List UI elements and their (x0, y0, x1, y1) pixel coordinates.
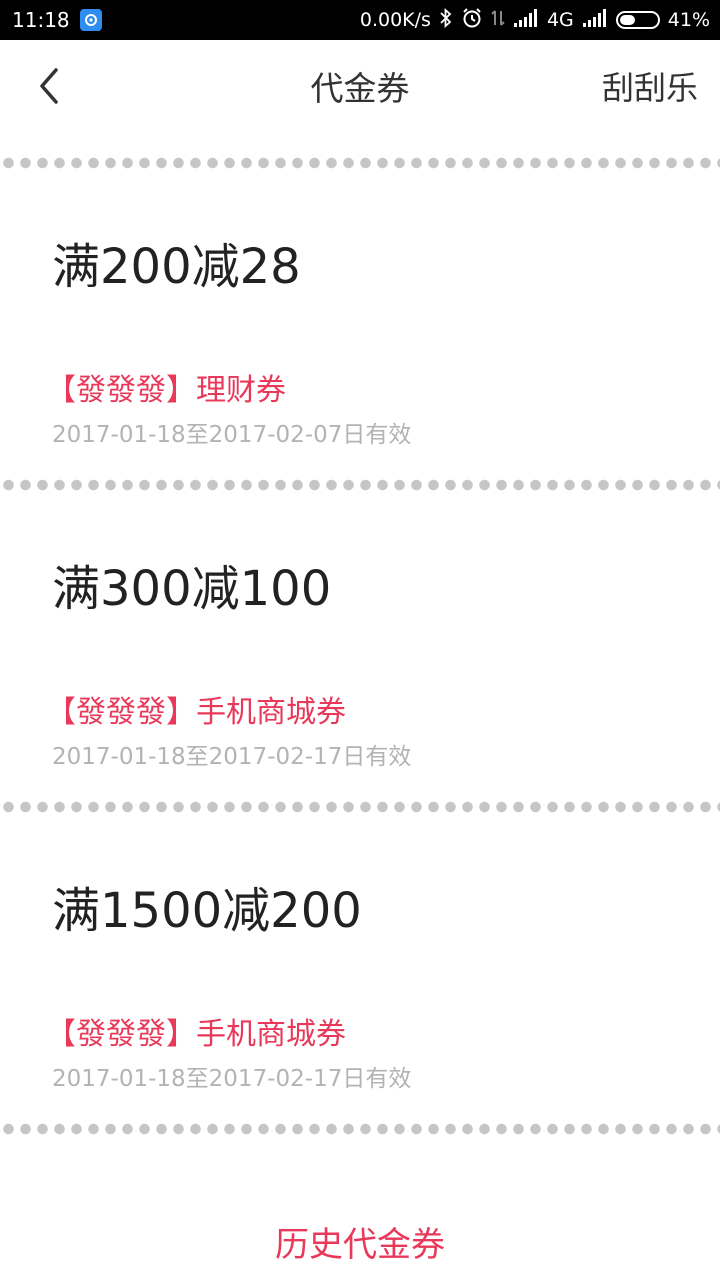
coupon-type: 【發發發】手机商城券 (46, 1017, 346, 1052)
status-bar: 11:18 0.00K/s 4G 41% (0, 0, 720, 40)
status-time: 11:18 (12, 8, 70, 32)
network-type: 4G (546, 9, 574, 31)
coupon-item[interactable]: 满200减28 【發發發】理财券 2017-01-18至2017-02-07日有… (0, 169, 720, 479)
coupon-amount: 满300减100 (52, 561, 332, 617)
signal-strength-icon (513, 8, 539, 33)
signal-strength-icon-secondary (582, 8, 608, 33)
coupon-divider-top (0, 157, 720, 169)
alarm-icon (461, 7, 483, 34)
chevron-left-icon (40, 68, 58, 104)
coupon-type: 【發發發】理财券 (46, 373, 286, 408)
battery-icon (615, 11, 660, 29)
coupon-item[interactable]: 满1500减200 【發發發】手机商城券 2017-01-18至2017-02-… (0, 813, 720, 1123)
coupon-type: 【發發發】手机商城券 (46, 695, 346, 730)
battery-level-fill (619, 15, 635, 25)
coupon-divider-bottom (0, 1123, 720, 1135)
coupon-validity: 2017-01-18至2017-02-07日有效 (52, 422, 412, 448)
coupon-validity: 2017-01-18至2017-02-17日有效 (52, 744, 412, 770)
bluetooth-icon (439, 7, 453, 34)
history-coupons-link[interactable]: 历史代金券 (0, 1216, 720, 1266)
scratch-card-button[interactable]: 刮刮乐 (602, 40, 698, 132)
battery-percent: 41% (667, 9, 710, 31)
status-bar-right: 0.00K/s 4G 41% (360, 0, 710, 40)
data-transfer-icon (491, 7, 505, 34)
coupon-amount: 满1500减200 (52, 883, 362, 939)
coupon-item[interactable]: 满300减100 【發發發】手机商城券 2017-01-18至2017-02-1… (0, 491, 720, 801)
status-bar-left: 11:18 (12, 0, 102, 40)
coupon-amount: 满200减28 (52, 239, 301, 295)
coupon-validity: 2017-01-18至2017-02-17日有效 (52, 1066, 412, 1092)
back-button[interactable] (24, 60, 72, 112)
coupon-divider-1 (0, 479, 720, 491)
navigation-bar: 代金券 刮刮乐 (0, 40, 720, 132)
network-speed: 0.00K/s (359, 9, 431, 31)
app-notification-icon (79, 9, 102, 31)
coupon-divider-2 (0, 801, 720, 813)
